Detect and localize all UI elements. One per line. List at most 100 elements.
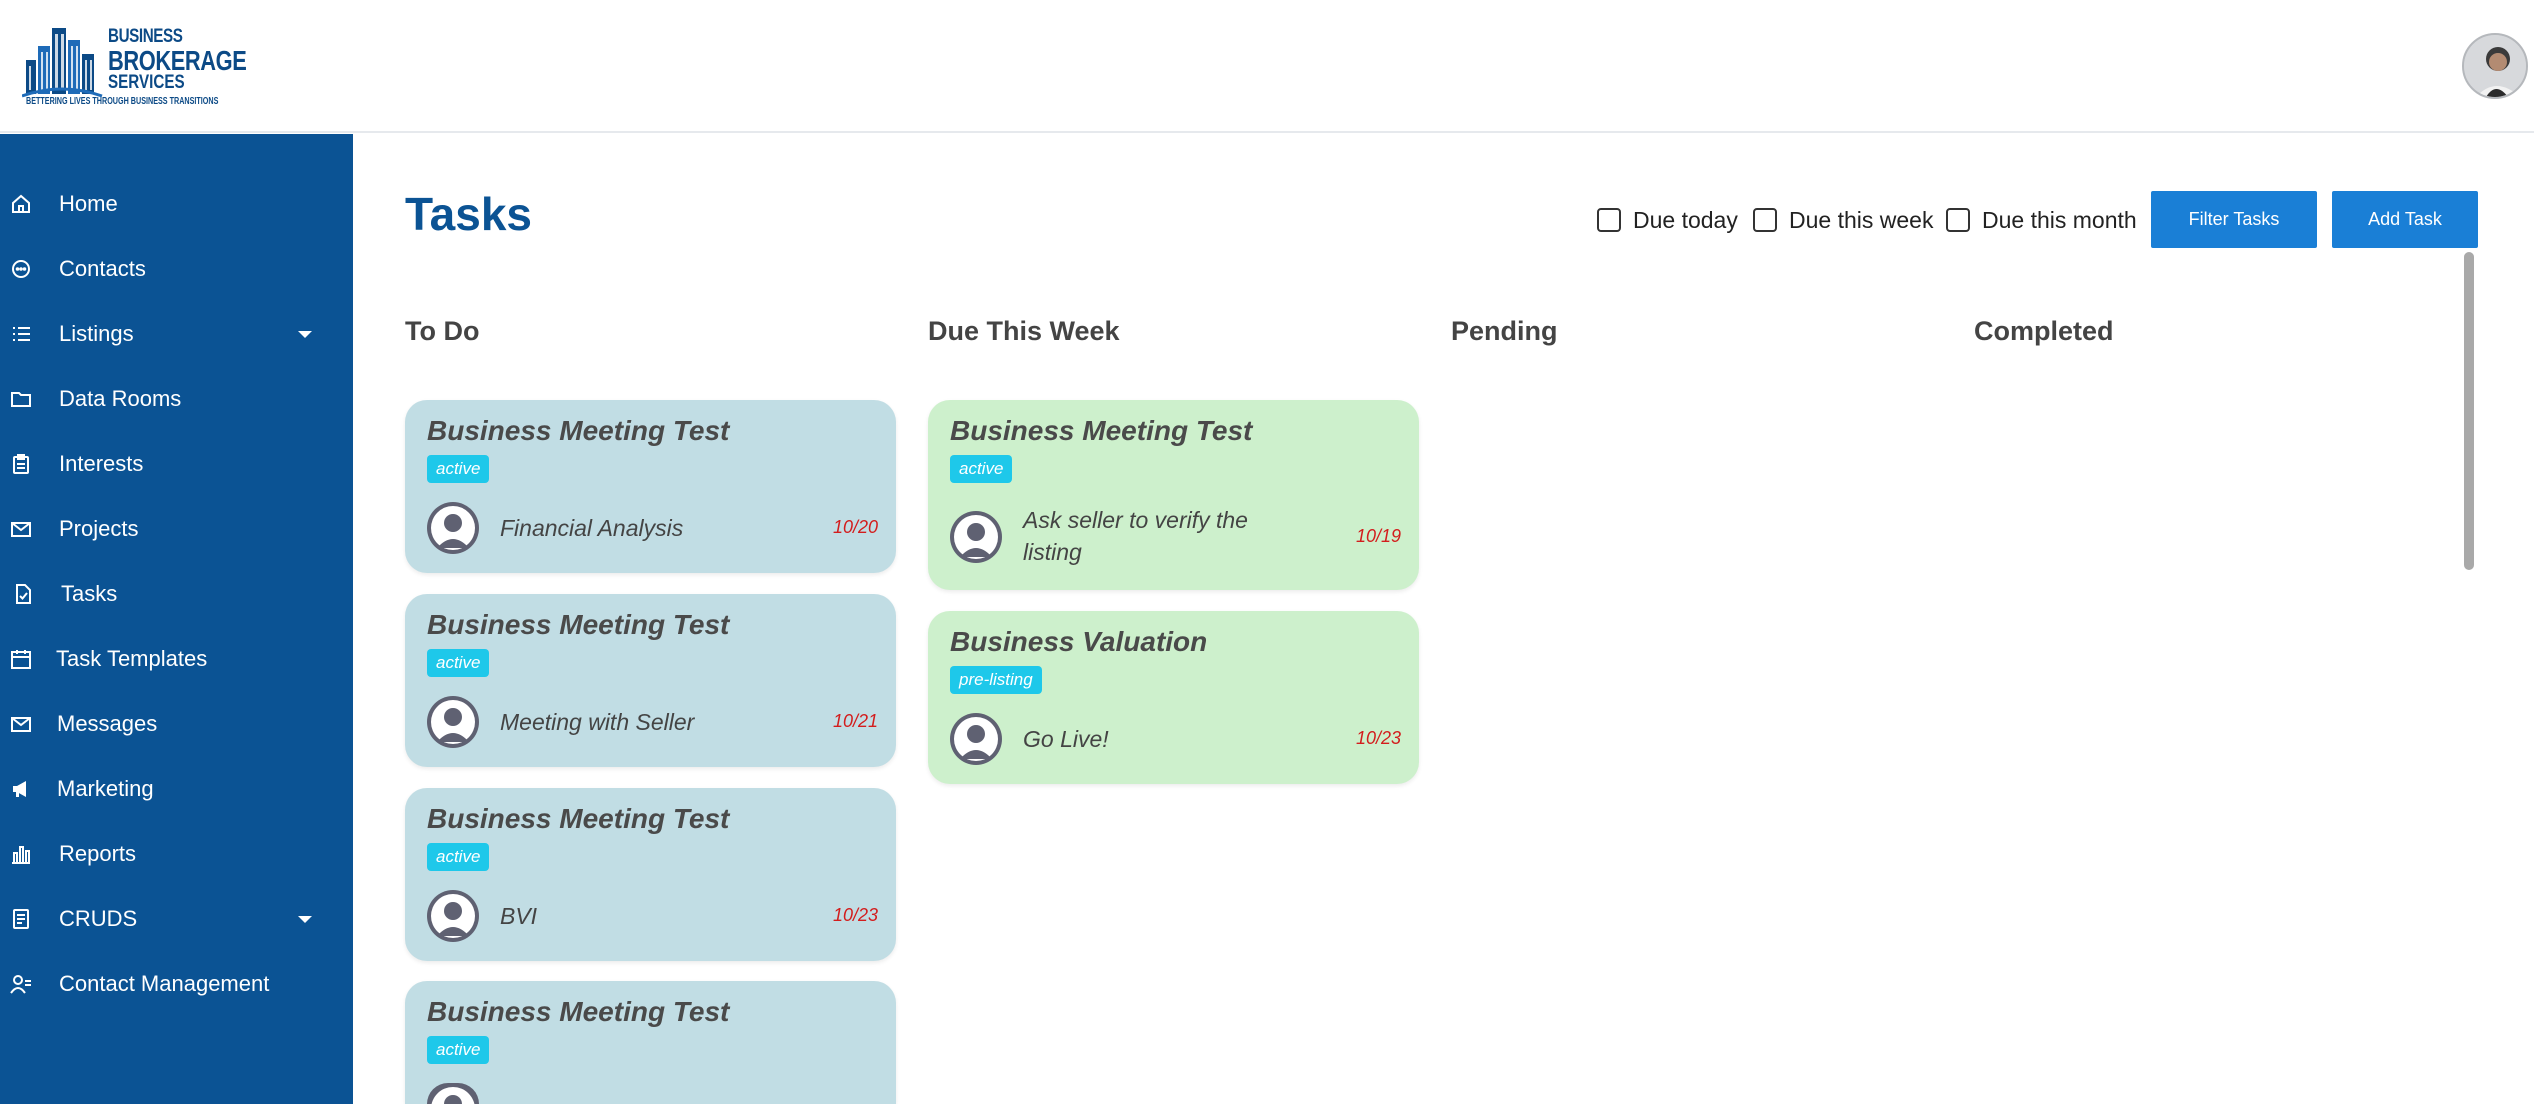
calendar-icon <box>8 646 34 672</box>
user-silhouette-icon <box>954 717 998 761</box>
status-badge: active <box>950 455 1013 483</box>
task-name-line-2: listing <box>1023 539 1082 565</box>
sidebar-item-messages[interactable]: Messages <box>0 694 353 754</box>
due-date: 10/21 <box>832 711 878 731</box>
task-name: Go Live! <box>1023 726 1109 752</box>
user-avatar[interactable] <box>2462 33 2528 99</box>
sidebar-item-data-rooms[interactable]: Data Rooms <box>0 369 353 429</box>
sidebar-item-contacts[interactable]: Contacts <box>0 239 353 299</box>
assignee-avatar <box>950 713 1002 765</box>
task-name: BVI <box>500 903 538 929</box>
sidebar-item-label: Interests <box>59 451 144 476</box>
due-this-month-label: Due this month <box>1982 206 2137 233</box>
filter-due-this-month[interactable]: Due this month <box>1946 203 2137 237</box>
column-todo-title: To Do <box>405 316 480 346</box>
task-card[interactable]: Business Meeting Test active <box>405 981 896 1104</box>
user-silhouette-icon <box>431 700 475 744</box>
status-badge: active <box>427 843 490 871</box>
sidebar-item-cruds[interactable]: CRUDS <box>0 889 353 949</box>
user-photo-icon <box>2464 35 2526 97</box>
sidebar-item-marketing[interactable]: Marketing <box>0 759 353 819</box>
due-date: 10/23 <box>1355 728 1401 748</box>
column-completed-title: Completed <box>1974 316 2114 346</box>
user-list-icon <box>8 971 34 997</box>
task-card-title: Business Meeting Test <box>427 609 730 640</box>
due-date: 10/23 <box>832 905 878 925</box>
task-card[interactable]: Business Meeting Test active Financial A… <box>405 400 896 573</box>
sidebar-item-interests[interactable]: Interests <box>0 434 353 494</box>
task-name: Meeting with Seller <box>500 709 695 735</box>
task-check-icon <box>10 581 36 607</box>
sidebar-item-label: Tasks <box>61 581 118 606</box>
task-card-title: Business Meeting Test <box>427 803 730 834</box>
sidebar-item-label: Contact Management <box>59 971 270 996</box>
filter-due-this-week[interactable]: Due this week <box>1753 203 1933 237</box>
sidebar-item-listings[interactable]: Listings <box>0 304 353 364</box>
sidebar-item-label: Marketing <box>57 776 154 801</box>
due-today-checkbox[interactable] <box>1597 208 1621 232</box>
user-silhouette-icon <box>431 894 475 938</box>
brand-line-3: SERVICES <box>108 72 185 93</box>
due-this-month-checkbox[interactable] <box>1946 208 1970 232</box>
due-this-week-checkbox[interactable] <box>1753 208 1777 232</box>
brand-logo[interactable]: BUSINESS BROKERAGE SERVICES BETTERING LI… <box>22 18 247 110</box>
megaphone-icon <box>8 776 34 802</box>
user-silhouette-icon <box>954 515 998 559</box>
filter-tasks-button[interactable]: Filter Tasks <box>2151 191 2317 248</box>
assignee-avatar <box>950 511 1002 563</box>
home-icon <box>8 191 34 217</box>
sidebar-item-task-templates[interactable]: Task Templates <box>0 629 353 689</box>
task-name: Financial Analysis <box>500 515 684 541</box>
sidebar-item-tasks[interactable]: Tasks <box>0 564 353 624</box>
sidebar-item-label: CRUDS <box>59 906 138 931</box>
brand-tagline: BETTERING LIVES THROUGH BUSINESS TRANSIT… <box>26 96 219 107</box>
assignee-avatar <box>427 1083 479 1104</box>
sidebar-item-label: Contacts <box>59 256 146 281</box>
task-card[interactable]: Business Meeting Test active Meeting wit… <box>405 594 896 767</box>
sidebar-item-projects[interactable]: Projects <box>0 499 353 559</box>
status-badge: active <box>427 649 490 677</box>
task-card-title: Business Valuation <box>950 626 1208 657</box>
task-card[interactable]: Business Meeting Test active BVI 10/23 <box>405 788 896 961</box>
sidebar-item-home[interactable]: Home <box>0 174 353 234</box>
bar-chart-icon <box>8 841 34 867</box>
column-pending-title: Pending <box>1451 316 1558 346</box>
assignee-avatar <box>427 890 479 942</box>
task-card-title: Business Meeting Test <box>950 415 1253 446</box>
user-silhouette-icon <box>431 506 475 550</box>
due-this-week-label: Due this week <box>1789 206 1934 233</box>
building-logo-icon <box>22 28 103 98</box>
due-today-label: Due today <box>1633 206 1738 233</box>
task-card[interactable]: Business Meeting Test active Ask seller … <box>928 400 1419 590</box>
task-name-line-1: Ask seller to verify the <box>1023 507 1248 533</box>
document-icon <box>8 906 34 932</box>
folder-icon <box>8 386 34 412</box>
add-task-button[interactable]: Add Task <box>2332 191 2478 248</box>
assignee-avatar <box>427 696 479 748</box>
top-header: BUSINESS BROKERAGE SERVICES BETTERING LI… <box>0 0 2534 133</box>
sidebar-item-label: Data Rooms <box>59 386 182 411</box>
assignee-avatar <box>427 502 479 554</box>
clipboard-icon <box>8 451 34 477</box>
sidebar-item-label: Projects <box>59 516 139 541</box>
task-card-title: Business Meeting Test <box>427 415 730 446</box>
chevron-down-icon[interactable] <box>298 330 312 338</box>
sidebar-item-reports[interactable]: Reports <box>0 824 353 884</box>
page-title: Tasks <box>405 188 533 240</box>
sidebar-item-label: Reports <box>59 841 137 866</box>
sidebar-item-label: Messages <box>57 711 158 736</box>
envelope-icon <box>8 711 34 737</box>
task-card[interactable]: Business Valuation pre-listing Go Live! … <box>928 611 1419 784</box>
sidebar-item-label: Home <box>59 191 118 216</box>
sidebar-item-label: Listings <box>59 321 134 346</box>
user-silhouette-icon <box>431 1087 475 1104</box>
column-due-this-week-title: Due This Week <box>928 316 1120 346</box>
status-badge: active <box>427 455 490 483</box>
chevron-down-icon[interactable] <box>298 915 312 923</box>
chat-bubble-icon <box>8 256 34 282</box>
sidebar-item-contact-management[interactable]: Contact Management <box>0 954 353 1014</box>
list-icon <box>8 321 34 347</box>
board-scrollbar[interactable] <box>2464 252 2474 570</box>
due-date: 10/19 <box>1355 526 1401 546</box>
filter-due-today[interactable]: Due today <box>1597 203 1738 237</box>
